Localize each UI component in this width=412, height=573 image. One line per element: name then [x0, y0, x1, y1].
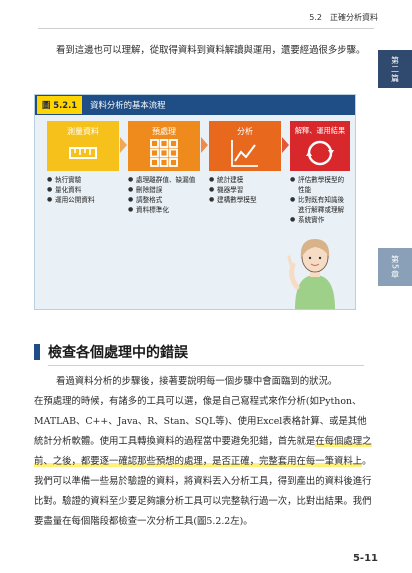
line-chart-icon [231, 140, 258, 167]
section-marker [34, 344, 40, 360]
part-tab[interactable]: 第二篇 [378, 50, 412, 88]
list-item: 統計建模 [209, 175, 281, 185]
stage-interpret-items: 評估數學模型的性能 比對既有知識後進行解釋或理解 系統實作 [290, 175, 350, 225]
page-number: 5-11 [352, 553, 378, 564]
stage-label: 解釋、運用結果 [294, 126, 346, 135]
cycle-arrows-icon [306, 140, 334, 166]
chapter-tab[interactable]: 第5章 [378, 248, 412, 286]
figure-number: 圖 5.2.1 [37, 96, 83, 114]
figure-title: 資料分析的基本流程 [90, 100, 166, 110]
stage-measure-header: 測量資料 [47, 121, 119, 171]
body-paragraph: 在預處理的時候，有諸多的工具可以選，像是自己寫程式來作分析(如Python、MA… [34, 392, 374, 532]
header-divider [38, 28, 374, 29]
list-item: 資料標準化 [128, 205, 200, 215]
arrow-right-icon [120, 137, 127, 153]
figure-5-2-1: 圖 5.2.1 資料分析的基本流程 測量資料 執行實驗 量化資料 運用公開資料 … [34, 94, 356, 310]
stage-label: 分析 [237, 127, 253, 136]
intro-paragraph: 看到這邊也可以理解，從取得資料到資料解讀與運用，還要經過很多步驟。 [56, 45, 366, 56]
ruler-icon [69, 147, 97, 159]
list-item: 刪除錯誤 [128, 185, 200, 195]
list-item: 調整格式 [128, 195, 200, 205]
stage-label: 測量資料 [67, 127, 99, 136]
list-item: 運用公開資料 [47, 195, 119, 205]
stage-preprocess-header: 預處理 [128, 121, 200, 171]
list-item: 執行實驗 [47, 175, 119, 185]
list-item: 機器學習 [209, 185, 281, 195]
list-item: 建構數學模型 [209, 195, 281, 205]
running-header: 5.2 正確分析資料 [309, 13, 378, 22]
presenter-illustration [287, 239, 335, 309]
stage-analyze-items: 統計建模 機器學習 建構數學模型 [209, 175, 281, 205]
arrow-right-icon [282, 137, 289, 153]
stage-interpret-header: 解釋、運用結果 [290, 121, 350, 171]
arrow-right-icon [201, 137, 208, 153]
stage-interpret: 解釋、運用結果 評估數學模型的性能 比對既有知識後進行解釋或理解 系統實作 [290, 121, 350, 225]
list-item: 評估數學模型的性能 [290, 175, 350, 195]
list-item: 量化資料 [47, 185, 119, 195]
chapter-tab-label: 第5章 [390, 254, 400, 280]
part-tab-label: 第二篇 [390, 55, 400, 83]
grid-icon [150, 139, 178, 167]
section-divider [48, 365, 364, 366]
stage-label: 預處理 [152, 127, 176, 136]
stage-analyze: 分析 統計建模 機器學習 建構數學模型 [209, 121, 281, 205]
figure-title-bar: 圖 5.2.1 資料分析的基本流程 [35, 95, 355, 115]
stage-preprocess: 預處理 處理離群值、缺漏值 刪除錯誤 調整格式 資料標準化 [128, 121, 200, 215]
stage-measure-items: 執行實驗 量化資料 運用公開資料 [47, 175, 119, 205]
list-item: 比對既有知識後進行解釋或理解 [290, 195, 350, 215]
stage-measure: 測量資料 執行實驗 量化資料 運用公開資料 [47, 121, 119, 205]
section-title: 檢查各個處理中的錯誤 [48, 345, 188, 361]
body-first-line: 看過資料分析的步驟後，接著要說明每一個步驟中會面臨到的狀況。 [56, 376, 338, 387]
stage-preprocess-items: 處理離群值、缺漏值 刪除錯誤 調整格式 資料標準化 [128, 175, 200, 215]
list-item: 處理離群值、缺漏值 [128, 175, 200, 185]
stage-analyze-header: 分析 [209, 121, 281, 171]
